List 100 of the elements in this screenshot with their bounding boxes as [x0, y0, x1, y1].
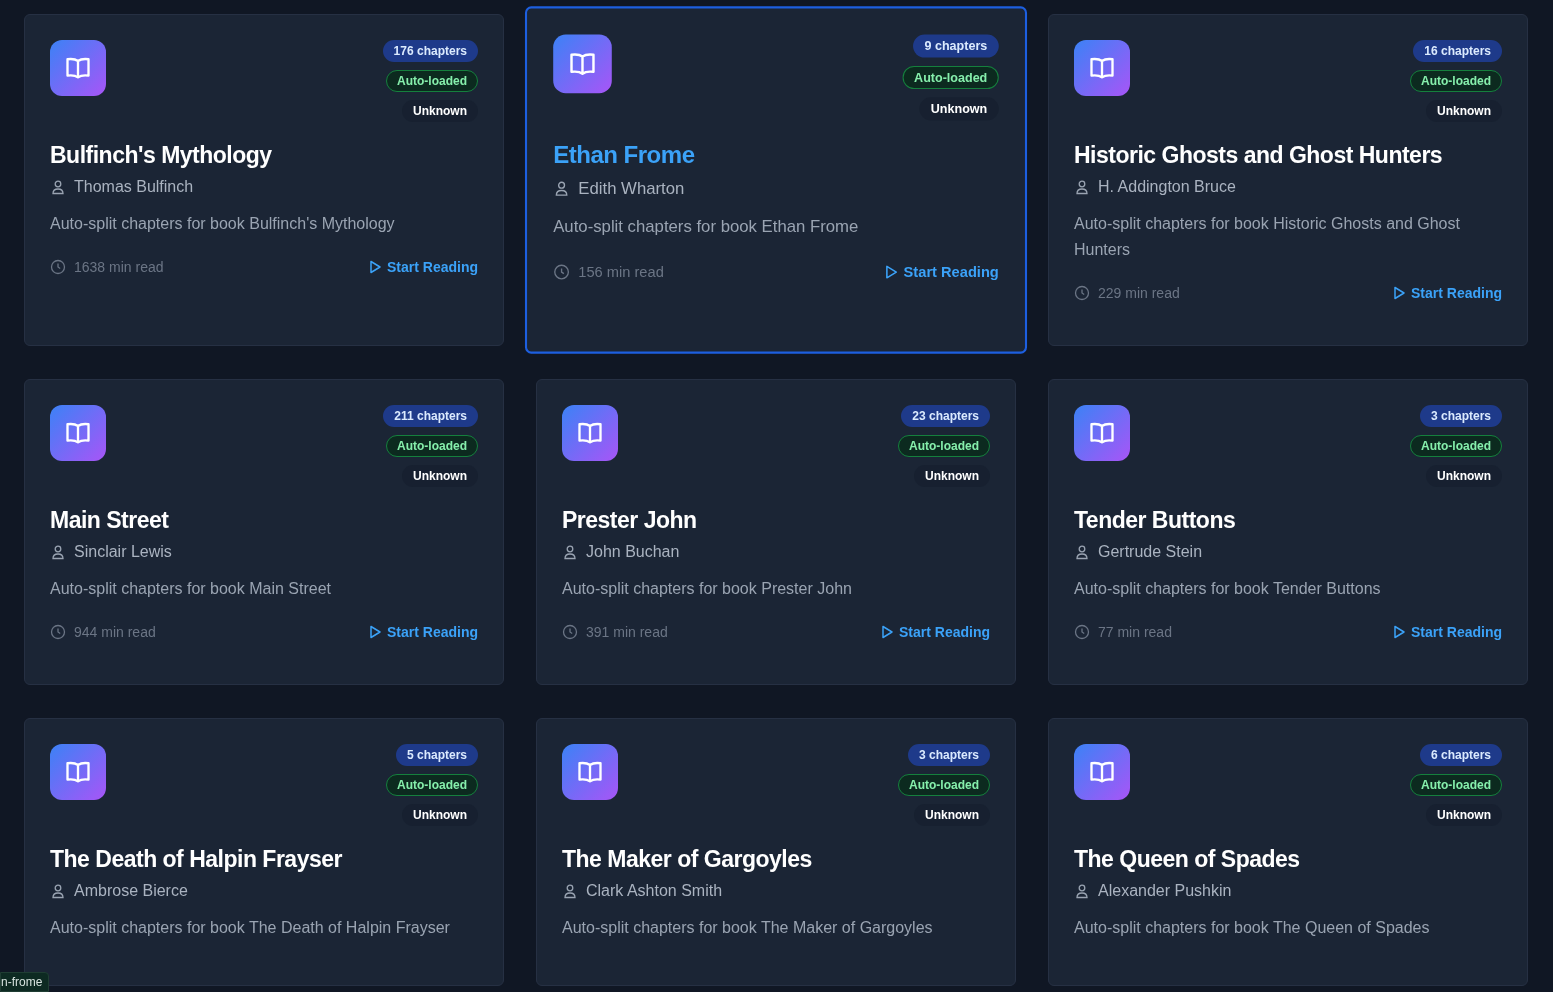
person-icon [562, 883, 578, 899]
read-time: 944 min read [74, 624, 156, 640]
person-icon [1074, 179, 1090, 195]
book-description: Auto-split chapters for book Prester John [562, 579, 853, 599]
person-icon [50, 883, 66, 899]
source-badge: Auto-loaded [1410, 70, 1502, 92]
person-icon [1074, 544, 1090, 560]
person-icon [553, 180, 570, 197]
source-badge: Auto-loaded [902, 66, 999, 89]
book-title: The Queen of Spades [1074, 846, 1301, 873]
book-description: Auto-split chapters for book Bulfinch's Mythology [50, 214, 396, 234]
tooltip: n-frome [0, 972, 50, 992]
source-badge: Auto-loaded [386, 774, 478, 796]
play-icon [368, 625, 382, 639]
play-icon [368, 260, 382, 274]
book-icon [1074, 405, 1130, 461]
chapter-count-badge: 6 chapters [1419, 744, 1502, 766]
chapter-count-badge: 211 chapters [383, 405, 478, 427]
person-icon [50, 544, 66, 560]
clock-icon [1074, 624, 1090, 640]
book-card[interactable]: 3 chapters Auto-loaded Unknown The Maker of Gargoyles Clark Ashton Smith Auto-split chapters for book The Maker of Gargoyles [536, 718, 1016, 986]
book-icon [50, 405, 106, 461]
book-icon [1074, 40, 1130, 96]
status-badge: Unknown [1426, 100, 1502, 122]
read-time: 1638 min read [74, 259, 164, 275]
book-title: Historic Ghosts and Ghost Hunters [1074, 142, 1444, 169]
status-badge: Unknown [919, 97, 999, 121]
person-icon [50, 179, 66, 195]
status-badge: Unknown [402, 100, 478, 122]
book-icon [1074, 744, 1130, 800]
book-card[interactable]: 23 chapters Auto-loaded Unknown Prester John John Buchan Auto-split chapters for book Prester John 391 min read Start Reading [536, 379, 1016, 685]
book-icon [562, 744, 618, 800]
start-reading-button[interactable]: Start Reading [883, 263, 999, 281]
author-name: Alexander Pushkin [1098, 882, 1232, 900]
start-reading-button[interactable]: Start Reading [368, 624, 478, 640]
start-reading-button[interactable]: Start Reading [368, 259, 478, 275]
author-name: Gertrude Stein [1098, 543, 1203, 561]
author-name: John Buchan [586, 543, 680, 561]
author-name: H. Addington Bruce [1098, 178, 1236, 196]
book-description: Auto-split chapters for book Historic Ghosts and Ghost Hunters [1074, 214, 1461, 260]
author-name: Ambrose Bierce [74, 882, 188, 900]
book-card[interactable]: 176 chapters Auto-loaded Unknown Bulfinch's Mythology Thomas Bulfinch Auto-split chapters for book Bulfinch's Mythology 1638 min read Start Reading [24, 14, 504, 346]
book-description: Auto-split chapters for book The Death of Halpin Frayser [50, 918, 451, 938]
play-icon [1392, 625, 1406, 639]
play-icon [883, 264, 899, 280]
source-badge: Auto-loaded [386, 70, 478, 92]
clock-icon [562, 624, 578, 640]
status-badge: Unknown [1426, 804, 1502, 826]
status-badge: Unknown [914, 465, 990, 487]
book-icon [562, 405, 618, 461]
author-name: Thomas Bulfinch [74, 178, 194, 196]
chapter-count-badge: 176 chapters [382, 40, 478, 62]
book-icon [50, 40, 106, 96]
start-reading-button[interactable]: Start Reading [1392, 285, 1502, 301]
chapter-count-badge: 3 chapters [1419, 405, 1502, 427]
start-reading-button[interactable]: Start Reading [1392, 624, 1502, 640]
book-description: Auto-split chapters for book The Queen of Spades [1074, 918, 1431, 938]
book-description: Auto-split chapters for book The Maker of Gargoyles [562, 918, 934, 938]
book-card[interactable]: 6 chapters Auto-loaded Unknown The Queen of Spades Alexander Pushkin Auto-split chapters for book The Queen of Spades [1048, 718, 1528, 986]
read-time: 391 min read [586, 624, 668, 640]
book-title: The Maker of Gargoyles [562, 846, 813, 873]
clock-icon [50, 259, 66, 275]
book-icon [50, 744, 106, 800]
book-description: Auto-split chapters for book Ethan Frome [553, 216, 860, 238]
play-icon [1392, 286, 1406, 300]
source-badge: Auto-loaded [1410, 435, 1502, 457]
clock-icon [1074, 285, 1090, 301]
author-name: Sinclair Lewis [74, 543, 172, 561]
book-title: The Death of Halpin Frayser [50, 846, 343, 873]
book-icon [553, 34, 612, 94]
book-description: Auto-split chapters for book Tender Buttons [1074, 579, 1382, 599]
source-badge: Auto-loaded [898, 435, 990, 457]
start-reading-button[interactable]: Start Reading [880, 624, 990, 640]
clock-icon [553, 263, 570, 281]
play-icon [880, 625, 894, 639]
read-time: 156 min read [578, 263, 664, 281]
read-time: 77 min read [1098, 624, 1172, 640]
book-title: Prester John [562, 507, 698, 534]
person-icon [1074, 883, 1090, 899]
read-time: 229 min read [1098, 285, 1180, 301]
book-card[interactable]: 16 chapters Auto-loaded Unknown Historic Ghosts and Ghost Hunters H. Addington Bruce Auto-split chapters for book Historic Ghosts and Ghost Hunters 229 min read Start Reading [1048, 14, 1528, 346]
book-card[interactable]: 9 chapters Auto-loaded Unknown Ethan Frome Edith Wharton Auto-split chapters for book Ethan Frome 156 min read Start Reading [524, 6, 1028, 354]
source-badge: Auto-loaded [386, 435, 478, 457]
chapter-count-badge: 3 chapters [907, 744, 990, 766]
source-badge: Auto-loaded [1410, 774, 1502, 796]
book-title: Main Street [50, 507, 170, 534]
chapter-count-badge: 5 chapters [395, 744, 478, 766]
chapter-count-badge: 9 chapters [913, 34, 999, 58]
book-description: Auto-split chapters for book Main Street [50, 579, 333, 599]
book-card[interactable]: 3 chapters Auto-loaded Unknown Tender Buttons Gertrude Stein Auto-split chapters for book Tender Buttons 77 min read Start Reading [1048, 379, 1528, 685]
person-icon [562, 544, 578, 560]
chapter-count-badge: 23 chapters [901, 405, 990, 427]
source-badge: Auto-loaded [898, 774, 990, 796]
book-title: Bulfinch's Mythology [50, 142, 273, 169]
chapter-count-badge: 16 chapters [1413, 40, 1502, 62]
book-title: Ethan Frome [553, 141, 696, 170]
book-card[interactable]: 211 chapters Auto-loaded Unknown Main Street Sinclair Lewis Auto-split chapters for book Main Street 944 min read Start Reading [24, 379, 504, 685]
status-badge: Unknown [914, 804, 990, 826]
status-badge: Unknown [402, 465, 478, 487]
clock-icon [50, 624, 66, 640]
